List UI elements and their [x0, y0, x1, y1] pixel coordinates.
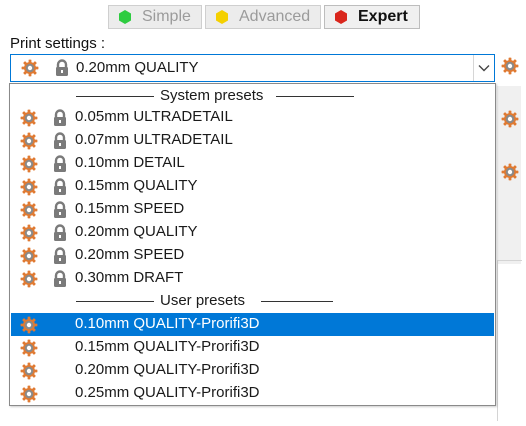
preset-item[interactable]: 0.07mm ULTRADETAIL [11, 129, 494, 152]
tab-advanced[interactable]: Advanced [205, 5, 321, 29]
preset-item-label: 0.10mm QUALITY-Prorifi3D [75, 315, 260, 332]
user-presets-header: User presets [160, 292, 246, 309]
preset-item-label: 0.10mm DETAIL [75, 154, 185, 171]
mode-tabs: Simple Advanced Expert [108, 5, 420, 29]
lock-icon [54, 201, 66, 218]
lock-icon [54, 155, 66, 172]
background-panel-border [497, 260, 522, 421]
gear-icon [20, 132, 38, 150]
preset-item-label: 0.20mm QUALITY [75, 223, 198, 240]
edit-preset-gear-icon[interactable] [501, 57, 519, 75]
gear-icon [20, 201, 38, 219]
preset-item[interactable]: 0.15mm SPEED [11, 198, 494, 221]
gear-icon [20, 316, 38, 334]
preset-item-label: 0.30mm DRAFT [75, 269, 184, 286]
red-hexagon-icon [335, 10, 347, 24]
preset-item-label: 0.05mm ULTRADETAIL [75, 108, 233, 125]
tab-expert-label: Expert [358, 8, 408, 25]
system-presets-separator: System presets [11, 85, 494, 107]
preset-item-label: 0.20mm SPEED [75, 246, 185, 263]
preset-item[interactable]: 0.30mm DRAFT [11, 267, 494, 290]
print-settings-label: Print settings : [10, 35, 106, 52]
preset-item[interactable]: 0.20mm QUALITY-Prorifi3D [11, 359, 494, 382]
gear-icon [20, 155, 38, 173]
preset-item-label: 0.15mm QUALITY [75, 177, 198, 194]
gear-icon[interactable] [501, 110, 519, 128]
chevron-down-icon [478, 65, 490, 72]
system-presets-header: System presets [160, 87, 264, 104]
tab-expert[interactable]: Expert [324, 5, 420, 29]
yellow-hexagon-icon [216, 10, 228, 24]
lock-icon [54, 178, 66, 195]
lock-icon [54, 224, 66, 241]
preset-item[interactable]: 0.10mm DETAIL [11, 152, 494, 175]
print-settings-combo[interactable]: 0.20mm QUALITY [10, 54, 495, 82]
preset-item[interactable]: 0.20mm QUALITY [11, 221, 494, 244]
preset-item-label: 0.20mm QUALITY-Prorifi3D [75, 361, 260, 378]
gear-icon [20, 385, 38, 403]
gear-icon [21, 59, 39, 77]
presets-dropdown-list: System presets 0.05mm ULTRADETAIL 0.07mm… [9, 83, 496, 406]
gear-icon [20, 339, 38, 357]
gear-icon [20, 109, 38, 127]
user-presets-separator: User presets [11, 290, 494, 312]
preset-item[interactable]: 0.25mm QUALITY-Prorifi3D [11, 382, 494, 405]
print-settings-value: 0.20mm QUALITY [76, 59, 199, 76]
preset-item[interactable]: 0.05mm ULTRADETAIL [11, 106, 494, 129]
gear-icon [20, 362, 38, 380]
preset-item-label: 0.15mm QUALITY-Prorifi3D [75, 338, 260, 355]
gear-icon [20, 247, 38, 265]
gear-icon [20, 270, 38, 288]
tab-simple-label: Simple [142, 8, 191, 25]
preset-item[interactable]: 0.20mm SPEED [11, 244, 494, 267]
lock-icon [54, 270, 66, 287]
combo-dropdown-button[interactable] [473, 55, 494, 81]
gear-icon [20, 178, 38, 196]
tab-advanced-label: Advanced [239, 8, 311, 25]
preset-item-label: 0.07mm ULTRADETAIL [75, 131, 233, 148]
preset-item-label: 0.15mm SPEED [75, 200, 185, 217]
lock-icon [54, 132, 66, 149]
lock-icon [54, 247, 66, 264]
green-hexagon-icon [119, 10, 131, 24]
preset-item[interactable]: 0.15mm QUALITY [11, 175, 494, 198]
lock-icon [56, 59, 68, 76]
preset-item[interactable]: 0.15mm QUALITY-Prorifi3D [11, 336, 494, 359]
preset-item-label: 0.25mm QUALITY-Prorifi3D [75, 384, 260, 401]
tab-simple[interactable]: Simple [108, 5, 202, 29]
gear-icon [20, 224, 38, 242]
lock-icon [54, 109, 66, 126]
preset-item-selected[interactable]: 0.10mm QUALITY-Prorifi3D [11, 313, 494, 336]
gear-icon[interactable] [501, 163, 519, 181]
